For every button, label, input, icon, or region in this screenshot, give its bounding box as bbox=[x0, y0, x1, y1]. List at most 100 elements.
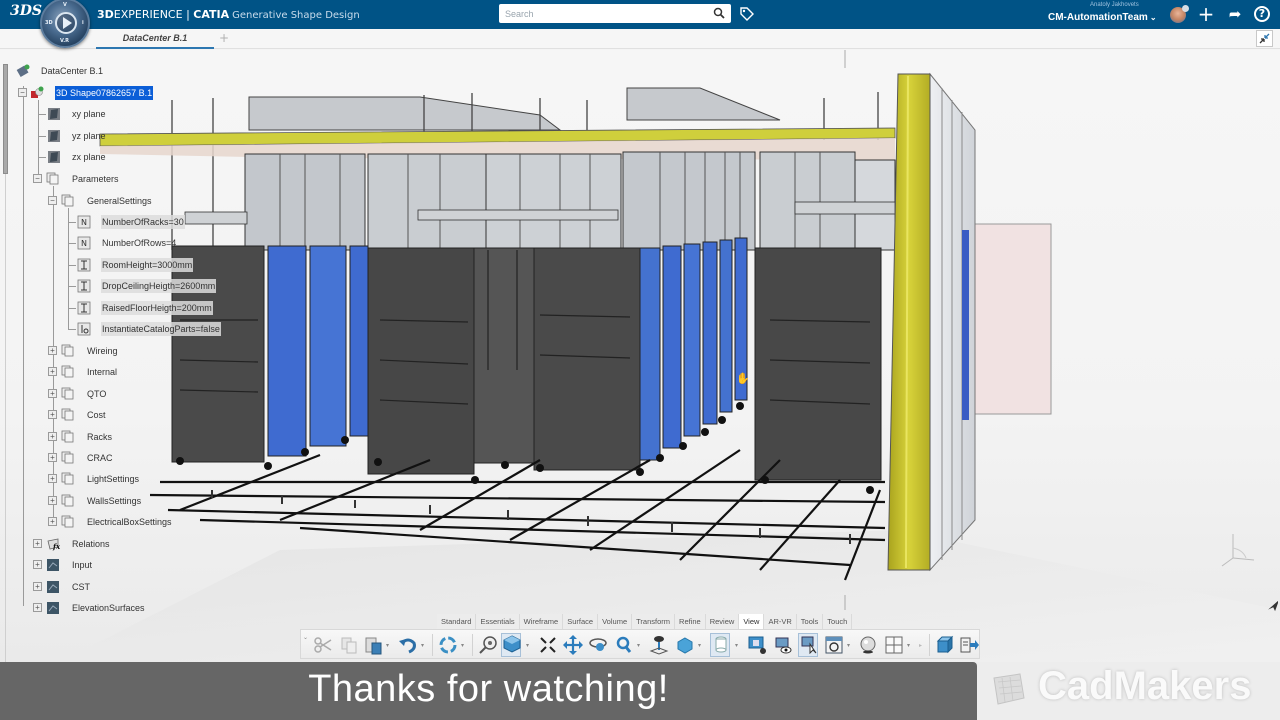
length-parameter-icon bbox=[77, 301, 91, 315]
tree-line bbox=[38, 136, 46, 137]
rack-blue bbox=[719, 239, 733, 413]
action-tab-touch[interactable]: Touch bbox=[823, 614, 853, 629]
select-mode-icon[interactable] bbox=[798, 633, 818, 657]
normal-view-icon[interactable] bbox=[675, 635, 695, 655]
expand-toggle[interactable]: + bbox=[48, 517, 57, 527]
action-tab-ar-vr[interactable]: AR-VR bbox=[764, 614, 797, 629]
cylinder-icon[interactable] bbox=[710, 633, 730, 657]
action-tab-surface[interactable]: Surface bbox=[563, 614, 599, 629]
collapse-view-button[interactable] bbox=[1256, 30, 1273, 47]
svg-text:N: N bbox=[81, 239, 87, 248]
action-tab-volume[interactable]: Volume bbox=[598, 614, 633, 629]
action-tab-essentials[interactable]: Essentials bbox=[476, 614, 520, 629]
parameter-set-icon bbox=[61, 387, 74, 400]
undo-icon[interactable] bbox=[398, 635, 418, 655]
multi-view-dropdown-icon[interactable]: ▾ bbox=[907, 642, 910, 649]
fit-all-icon[interactable] bbox=[538, 635, 558, 655]
parameter-set-icon bbox=[61, 472, 74, 485]
share-icon[interactable]: ➦ bbox=[1226, 5, 1244, 23]
rack-dark bbox=[533, 247, 641, 471]
specification-tree[interactable]: DataCenter B.1 − 3D Shape07862657 B.1 xy… bbox=[0, 50, 260, 664]
add-tab-button[interactable]: + bbox=[219, 31, 229, 45]
action-tab-tools[interactable]: Tools bbox=[796, 614, 824, 629]
tab-datacenter[interactable]: DataCenter B.1 bbox=[96, 29, 214, 49]
team-selector[interactable]: CM-AutomationTeam ⌄ bbox=[1048, 12, 1157, 23]
refresh-dropdown-icon[interactable]: ▾ bbox=[847, 642, 850, 649]
expand-toggle[interactable]: + bbox=[48, 495, 57, 505]
paste-icon[interactable] bbox=[363, 635, 383, 655]
tree-label: CRAC bbox=[87, 453, 113, 463]
collapse-toggle[interactable]: − bbox=[33, 174, 42, 183]
expand-toggle[interactable]: + bbox=[48, 388, 57, 398]
avatar[interactable] bbox=[1170, 5, 1189, 23]
update-dropdown-icon[interactable]: ▾ bbox=[461, 642, 464, 649]
rotate-icon[interactable] bbox=[588, 635, 608, 655]
add-icon[interactable]: + bbox=[1197, 4, 1215, 24]
expand-toggle[interactable]: + bbox=[48, 474, 57, 484]
integer-parameter-icon: N bbox=[77, 215, 91, 229]
expand-toggle[interactable]: + bbox=[48, 410, 57, 420]
action-tab-refine[interactable]: Refine bbox=[675, 614, 706, 629]
expand-toggle[interactable]: + bbox=[48, 431, 57, 441]
expand-toggle[interactable]: + bbox=[48, 453, 57, 462]
play-icon[interactable] bbox=[55, 12, 77, 34]
hand-cursor-icon: ✋ bbox=[736, 372, 750, 385]
zoom-area-icon[interactable] bbox=[478, 635, 498, 655]
zoom-icon[interactable] bbox=[614, 635, 634, 655]
length-parameter-icon bbox=[77, 279, 91, 293]
tag-icon[interactable] bbox=[739, 6, 755, 22]
help-icon[interactable]: ? bbox=[1254, 6, 1270, 22]
render-settings-icon[interactable] bbox=[747, 635, 767, 655]
tree-scrollbar-thumb[interactable] bbox=[3, 64, 8, 174]
ceiling-duct-left bbox=[248, 96, 562, 131]
expand-toggle[interactable]: + bbox=[33, 560, 42, 570]
compass-widget[interactable]: V 3D i V.R bbox=[40, 0, 90, 48]
expand-toggle[interactable]: + bbox=[33, 581, 42, 591]
action-tab-view[interactable]: View bbox=[739, 614, 765, 629]
collapse-toggle[interactable]: − bbox=[18, 88, 27, 97]
dassault-logo-icon[interactable]: 3DS bbox=[10, 3, 42, 25]
look-at-icon[interactable] bbox=[649, 635, 669, 655]
normal-view-dropdown-icon[interactable]: ▾ bbox=[698, 642, 701, 649]
update-icon[interactable] bbox=[438, 635, 458, 655]
tree-scrollbar-track[interactable] bbox=[5, 174, 6, 664]
tree-line bbox=[38, 100, 39, 180]
tree-label: yz plane bbox=[72, 131, 106, 141]
undo-dropdown-icon[interactable]: ▾ bbox=[421, 642, 424, 649]
tree-line bbox=[68, 222, 76, 223]
action-tab-wireframe[interactable]: Wireframe bbox=[519, 614, 564, 629]
expand-toggle[interactable]: + bbox=[33, 603, 42, 613]
expand-more-icon[interactable]: ▸ bbox=[919, 642, 922, 649]
view-mode-icon[interactable] bbox=[501, 633, 521, 657]
tree-label: Parameters bbox=[72, 174, 119, 184]
tree-label: GeneralSettings bbox=[87, 196, 152, 206]
axis-compass[interactable] bbox=[1218, 530, 1258, 570]
collapse-toggle[interactable]: − bbox=[48, 196, 57, 205]
tree-label: zx plane bbox=[72, 152, 106, 162]
tree-label: Racks bbox=[87, 431, 113, 442]
action-tab-transform[interactable]: Transform bbox=[632, 614, 676, 629]
hide-show-icon[interactable] bbox=[773, 635, 793, 655]
copy-icon[interactable] bbox=[339, 635, 359, 655]
cut-icon[interactable] bbox=[313, 635, 333, 655]
watermark-text: CadMakers bbox=[1038, 664, 1252, 708]
search-input[interactable] bbox=[499, 4, 704, 23]
pan-icon[interactable] bbox=[563, 635, 583, 655]
expand-toggle[interactable]: + bbox=[33, 539, 42, 548]
multi-view-icon[interactable] bbox=[884, 635, 904, 655]
paste-dropdown-icon[interactable]: ▾ bbox=[386, 642, 389, 649]
export-icon[interactable] bbox=[959, 635, 979, 655]
view-mode-dropdown-icon[interactable]: ▾ bbox=[526, 642, 529, 649]
action-tab-review[interactable]: Review bbox=[705, 614, 740, 629]
lighting-icon[interactable] bbox=[858, 635, 878, 655]
expand-toggle[interactable]: + bbox=[48, 346, 57, 355]
action-tab-standard[interactable]: Standard bbox=[437, 614, 477, 629]
expand-toggle[interactable]: + bbox=[48, 367, 57, 377]
3d-box-icon[interactable] bbox=[934, 635, 954, 655]
cylinder-dropdown-icon[interactable]: ▾ bbox=[735, 642, 738, 649]
search-icon[interactable] bbox=[713, 7, 725, 19]
refresh-view-icon[interactable] bbox=[824, 635, 844, 655]
toolbar-collapse-chevron-icon[interactable]: ⌄ bbox=[303, 634, 308, 641]
zoom-dropdown-icon[interactable]: ▾ bbox=[637, 642, 640, 649]
geometrical-set-icon bbox=[47, 580, 59, 593]
